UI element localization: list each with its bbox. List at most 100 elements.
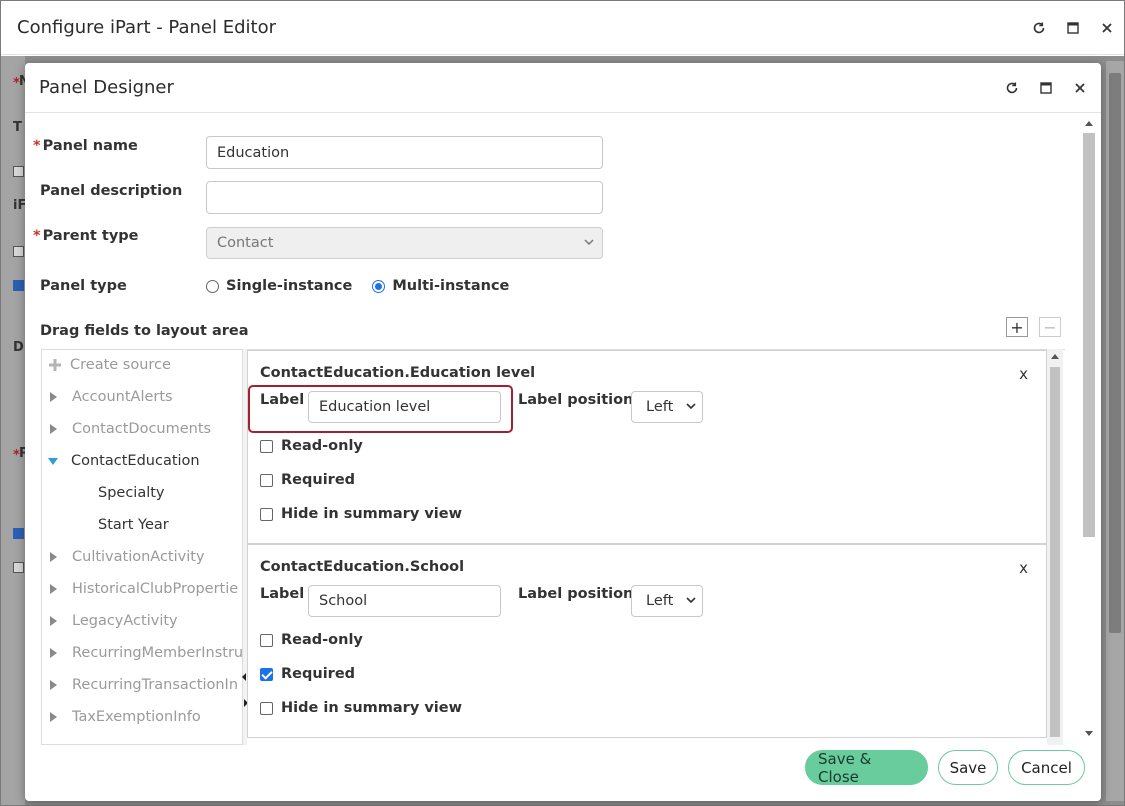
hide-summary-option[interactable]: Hide in summary view bbox=[260, 700, 462, 716]
field-label-input[interactable] bbox=[308, 585, 501, 617]
chevron-down-icon bbox=[686, 392, 696, 433]
label-position-caption: Label position bbox=[518, 586, 634, 602]
outer-window: Configure iPart - Panel Editor * N T iF … bbox=[0, 0, 1125, 806]
radio-multi-instance[interactable] bbox=[372, 279, 386, 293]
remove-field-button[interactable]: x bbox=[1019, 559, 1028, 577]
drag-fields-label: Drag fields to layout area bbox=[40, 323, 249, 339]
layout-scrollbar[interactable] bbox=[1047, 349, 1063, 745]
field-card-title: ContactEducation.School bbox=[260, 559, 465, 575]
remove-section-button[interactable]: − bbox=[1039, 317, 1061, 337]
background-scrollbar-thumb[interactable] bbox=[1109, 73, 1121, 633]
bg-letter: T bbox=[13, 120, 22, 135]
expand-triangle-icon[interactable] bbox=[50, 424, 57, 434]
dialog-title-bar: Panel Designer bbox=[25, 63, 1101, 113]
collapse-left-arrow-icon[interactable] bbox=[242, 673, 246, 681]
outer-window-controls bbox=[1022, 1, 1124, 55]
close-icon[interactable] bbox=[1063, 71, 1097, 105]
dialog-footer: Save & Close Save Cancel bbox=[795, 750, 1085, 786]
parent-type-label: * Parent type bbox=[33, 228, 139, 244]
expand-triangle-icon[interactable] bbox=[50, 392, 57, 402]
plus-icon bbox=[48, 358, 62, 372]
scroll-down-arrow-icon[interactable] bbox=[1085, 731, 1093, 736]
radio-single-instance-label[interactable]: Single-instance bbox=[226, 278, 352, 294]
dialog-scrollbar-thumb[interactable] bbox=[1083, 133, 1095, 537]
radio-single-instance[interactable] bbox=[206, 279, 219, 293]
panel-name-input[interactable] bbox=[206, 136, 603, 169]
expand-triangle-icon[interactable] bbox=[50, 616, 57, 626]
maximize-icon[interactable] bbox=[1056, 11, 1090, 45]
panel-name-label: * Panel name bbox=[33, 138, 138, 154]
expand-triangle-icon[interactable] bbox=[50, 648, 57, 658]
scroll-up-arrow-icon[interactable] bbox=[1051, 354, 1059, 359]
tree-item-legacyactivity[interactable]: LegacyActivity bbox=[42, 610, 178, 632]
cancel-button[interactable]: Cancel bbox=[1008, 750, 1085, 785]
tree-item-contacteducation[interactable]: ContactEducation bbox=[42, 450, 200, 472]
read-only-option[interactable]: Read-only bbox=[260, 438, 363, 454]
parent-type-value: Contact bbox=[217, 235, 274, 251]
close-icon[interactable] bbox=[1090, 11, 1124, 45]
expand-triangle-icon[interactable] bbox=[50, 680, 57, 690]
chevron-down-icon bbox=[686, 586, 696, 627]
refresh-icon[interactable] bbox=[1022, 11, 1056, 45]
tree-item-taxexemptioninfo[interactable]: TaxExemptionInfo bbox=[42, 706, 201, 728]
tree-item-recurringmemberinstructions[interactable]: RecurringMemberInstru bbox=[42, 642, 243, 664]
chevron-down-icon bbox=[584, 228, 594, 269]
radio-multi-instance-label[interactable]: Multi-instance bbox=[392, 278, 509, 294]
layout-scrollbar-thumb[interactable] bbox=[1050, 367, 1060, 737]
remove-field-button[interactable]: x bbox=[1019, 365, 1028, 383]
field-card[interactable]: ContactEducation.School x Label Label po… bbox=[247, 544, 1047, 738]
dialog-scrollbar[interactable] bbox=[1081, 115, 1097, 745]
required-option[interactable]: Required bbox=[260, 472, 355, 488]
background-form-strip: * N T iF D * P bbox=[1, 56, 30, 805]
tree-item-accountalerts[interactable]: AccountAlerts bbox=[42, 386, 173, 408]
field-card[interactable]: ContactEducation.Education level x Label… bbox=[247, 350, 1047, 544]
add-section-button[interactable]: + bbox=[1006, 317, 1028, 337]
required-star: * bbox=[33, 138, 41, 154]
hide-summary-option[interactable]: Hide in summary view bbox=[260, 506, 462, 522]
expand-triangle-icon[interactable] bbox=[50, 584, 57, 594]
field-label-input[interactable] bbox=[308, 391, 501, 423]
tree-item-contactdocuments[interactable]: ContactDocuments bbox=[42, 418, 211, 440]
required-option[interactable]: Required bbox=[260, 666, 355, 682]
required-checkbox[interactable] bbox=[260, 473, 273, 487]
maximize-icon[interactable] bbox=[1029, 71, 1063, 105]
create-source-link[interactable]: Create source bbox=[42, 354, 171, 376]
tree-child-start-year[interactable]: Start Year bbox=[98, 514, 169, 536]
required-checkbox[interactable] bbox=[260, 667, 273, 681]
bg-checkbox bbox=[13, 166, 24, 177]
tree-item-historicalclubproperties[interactable]: HistoricalClubPropertie bbox=[42, 578, 238, 600]
parent-type-select[interactable]: Contact bbox=[206, 227, 603, 259]
tree-child-specialty[interactable]: Specialty bbox=[98, 482, 165, 504]
panel-designer-dialog: Panel Designer *Panel name Panel descrip… bbox=[25, 63, 1101, 801]
field-card-title: ContactEducation.Education level bbox=[260, 365, 536, 381]
source-tree: Create source AccountAlerts ContactDocum… bbox=[41, 349, 243, 745]
panel-type-radio-group: Single-instance Multi-instance bbox=[206, 278, 529, 294]
read-only-checkbox[interactable] bbox=[260, 633, 273, 647]
bg-checkbox bbox=[13, 528, 24, 539]
panel-description-input[interactable] bbox=[206, 181, 603, 214]
hide-summary-checkbox[interactable] bbox=[260, 701, 273, 715]
field-label-caption: Label bbox=[260, 586, 305, 602]
save-close-button[interactable]: Save & Close bbox=[805, 750, 928, 786]
field-label-caption: Label bbox=[260, 392, 305, 408]
outer-title-bar: Configure iPart - Panel Editor bbox=[1, 1, 1124, 55]
hide-summary-checkbox[interactable] bbox=[260, 507, 273, 521]
label-position-select[interactable]: Left bbox=[631, 585, 703, 617]
expand-triangle-icon[interactable] bbox=[50, 712, 57, 722]
expand-triangle-icon[interactable] bbox=[50, 552, 57, 562]
read-only-option[interactable]: Read-only bbox=[260, 632, 363, 648]
collapse-triangle-icon[interactable] bbox=[48, 457, 58, 465]
outer-window-title: Configure iPart - Panel Editor bbox=[17, 17, 276, 38]
bg-checkbox bbox=[13, 280, 24, 291]
dialog-window-controls bbox=[995, 63, 1097, 113]
bg-checkbox bbox=[13, 562, 24, 573]
tree-item-recurringtransactioninfo[interactable]: RecurringTransactionIn bbox=[42, 674, 238, 696]
bg-letter: D bbox=[13, 340, 24, 355]
tree-item-cultivationactivity[interactable]: CultivationActivity bbox=[42, 546, 205, 568]
refresh-icon[interactable] bbox=[995, 71, 1029, 105]
label-position-select[interactable]: Left bbox=[631, 391, 703, 423]
read-only-checkbox[interactable] bbox=[260, 439, 273, 453]
save-button[interactable]: Save bbox=[938, 750, 998, 785]
background-scrollbar[interactable] bbox=[1106, 61, 1124, 801]
scroll-up-arrow-icon[interactable] bbox=[1085, 121, 1093, 126]
